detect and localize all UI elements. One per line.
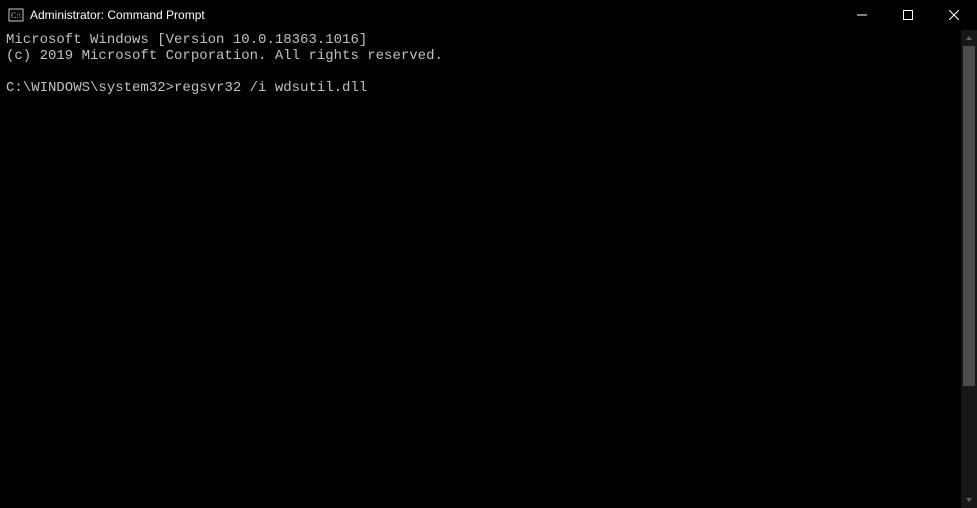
close-button[interactable] (931, 0, 977, 30)
titlebar-left: C:\ Administrator: Command Prompt (8, 7, 205, 23)
terminal-output: Microsoft Windows [Version 10.0.18363.10… (0, 30, 977, 96)
terminal-area[interactable]: Microsoft Windows [Version 10.0.18363.10… (0, 30, 977, 508)
scroll-down-arrow-icon[interactable] (961, 492, 977, 508)
window-title: Administrator: Command Prompt (30, 8, 205, 22)
command-input[interactable]: regsvr32 /i wdsutil.dll (174, 80, 367, 96)
output-line: (c) 2019 Microsoft Corporation. All righ… (6, 48, 443, 64)
window-controls (839, 0, 977, 30)
svg-text:C:\: C:\ (11, 11, 22, 20)
scroll-up-arrow-icon[interactable] (961, 30, 977, 46)
cmd-icon: C:\ (8, 7, 24, 23)
vertical-scrollbar[interactable] (961, 30, 977, 508)
maximize-button[interactable] (885, 0, 931, 30)
scrollbar-thumb[interactable] (963, 46, 975, 386)
minimize-button[interactable] (839, 0, 885, 30)
titlebar: C:\ Administrator: Command Prompt (0, 0, 977, 30)
prompt: C:\WINDOWS\system32> (6, 80, 174, 96)
output-line: Microsoft Windows [Version 10.0.18363.10… (6, 32, 367, 48)
